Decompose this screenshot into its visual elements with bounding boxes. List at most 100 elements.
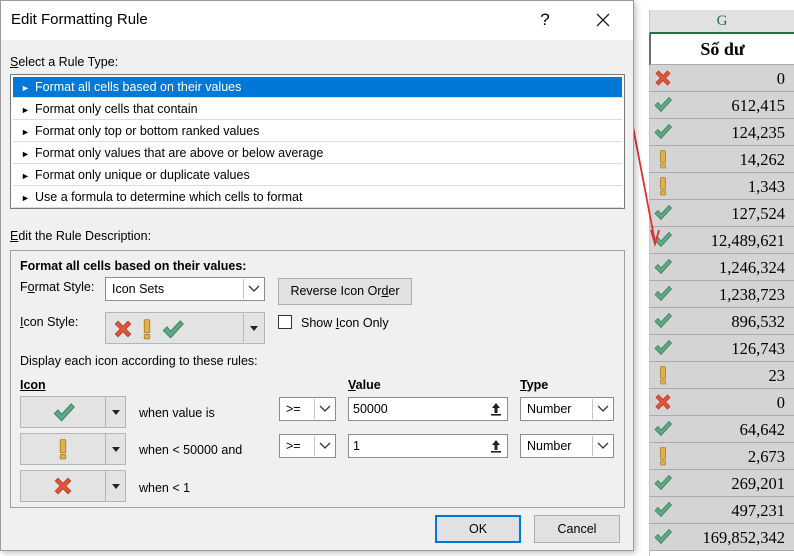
column-header-g[interactable]: G — [649, 10, 794, 34]
icon-style-select[interactable] — [105, 312, 265, 344]
balance-cell[interactable]: 1,343 — [649, 173, 794, 200]
balance-cell[interactable]: 124,235 — [649, 119, 794, 146]
close-button[interactable] — [589, 6, 617, 34]
rule2-icon-view — [21, 434, 105, 464]
range-picker-icon — [491, 403, 501, 416]
title-bar: Edit Formatting Rule ? — [1, 1, 633, 40]
balance-value: 269,201 — [731, 474, 785, 493]
rule3-icon-view — [21, 471, 105, 501]
balance-header-cell[interactable]: Số dư — [649, 34, 794, 65]
balance-cell[interactable]: 64,642 — [649, 416, 794, 443]
balance-cell[interactable]: 269,201 — [649, 470, 794, 497]
exclamation-icon — [653, 446, 673, 466]
rule2-value: 1 — [353, 439, 360, 453]
edit-formatting-rule-dialog: Edit Formatting Rule ? Select a Rule Typ… — [0, 0, 634, 551]
chevron-down-icon — [319, 442, 331, 449]
balance-cell[interactable]: 0 — [649, 389, 794, 416]
rule2-operator-select[interactable]: >= — [279, 434, 336, 458]
rule3-icon-dropdown[interactable] — [105, 471, 125, 501]
rule2-range-picker[interactable] — [486, 436, 506, 456]
rule1-range-picker[interactable] — [486, 399, 506, 419]
balance-cell[interactable]: 14,262 — [649, 146, 794, 173]
value-col-b: alue — [355, 378, 381, 392]
rule2-operator-dropdown[interactable] — [314, 436, 334, 456]
balance-cell[interactable]: 0 — [649, 65, 794, 92]
select-rule-type-label: Select a Rule Type: — [10, 55, 118, 69]
rule1-type-select[interactable]: Number — [520, 397, 614, 421]
rule1-icon-dropdown[interactable] — [105, 397, 125, 427]
triangle-right-icon: ► — [21, 193, 30, 203]
balance-cell[interactable]: 126,743 — [649, 335, 794, 362]
cross-icon — [52, 475, 74, 497]
rule1-type-dropdown[interactable] — [592, 399, 612, 419]
balance-cell[interactable]: 169,852,342 — [649, 524, 794, 551]
rule2-operator: >= — [286, 439, 301, 453]
balance-cell[interactable]: 12,489,621 — [649, 227, 794, 254]
check-icon — [52, 401, 76, 425]
balance-cell[interactable]: 2,673 — [649, 443, 794, 470]
rule-type-label: Format only unique or duplicate values — [35, 168, 250, 182]
check-icon — [653, 284, 673, 304]
balance-value: 0 — [776, 393, 785, 412]
check-icon — [161, 318, 185, 342]
triangle-right-icon: ► — [21, 171, 30, 181]
format-style-dropdown[interactable] — [243, 279, 263, 299]
rule-type-list[interactable]: ► Format all cells based on their values ►… — [10, 74, 625, 209]
rule-type-label: Format all cells based on their values — [35, 80, 242, 94]
rule1-icon-select[interactable] — [20, 396, 126, 428]
rule1-type: Number — [527, 402, 572, 416]
rule3-icon-select[interactable] — [20, 470, 126, 502]
rule-type-item[interactable]: ► Use a formula to determine which cells … — [13, 187, 622, 208]
format-style-label: Format Style: — [20, 280, 94, 294]
balance-value: 124,235 — [731, 123, 785, 142]
rule-type-item[interactable]: ► Format only values that are above or be… — [13, 143, 622, 164]
balance-cell[interactable]: 497,231 — [649, 497, 794, 524]
show-icon-label-a: Show — [301, 316, 336, 330]
rule2-type-select[interactable]: Number — [520, 434, 614, 458]
rule-type-item[interactable]: ► Format only unique or duplicate values — [13, 165, 622, 186]
reverse-icon-order-button[interactable]: Reverse Icon Order — [278, 278, 412, 305]
rule1-value: 50000 — [353, 402, 388, 416]
rule-type-item[interactable]: ► Format only top or bottom ranked values — [13, 121, 622, 142]
rule1-operator-dropdown[interactable] — [314, 399, 334, 419]
display-rules-label: Display each icon according to these rul… — [20, 354, 258, 368]
type-col-a: T — [520, 378, 527, 392]
ok-button[interactable]: OK — [435, 515, 521, 543]
check-icon — [653, 527, 673, 547]
balance-cell[interactable]: 896,532 — [649, 308, 794, 335]
rule2-type: Number — [527, 439, 572, 453]
balance-value: 23 — [768, 366, 786, 385]
rule2-type-dropdown[interactable] — [592, 436, 612, 456]
show-icon-only-checkbox[interactable] — [278, 315, 292, 329]
icon-column-text: Icon — [20, 378, 46, 392]
format-all-heading: Format all cells based on their values: — [20, 259, 247, 273]
chevron-down-icon — [597, 442, 609, 449]
balance-cell[interactable]: 612,415 — [649, 92, 794, 119]
balance-value: 2,673 — [747, 447, 785, 466]
rule1-icon-view — [21, 397, 105, 427]
help-button[interactable]: ? — [531, 6, 559, 34]
close-icon — [596, 13, 610, 27]
rule-type-item[interactable]: ► Format all cells based on their values — [13, 77, 622, 98]
balance-cell[interactable]: 23 — [649, 362, 794, 389]
format-style-select[interactable]: Icon Sets — [105, 277, 265, 301]
rule-type-item[interactable]: ► Format only cells that contain — [13, 99, 622, 120]
rule2-value-input[interactable]: 1 — [348, 434, 508, 458]
icon-column-header: Icon — [20, 378, 46, 392]
rule1-operator-select[interactable]: >= — [279, 397, 336, 421]
cancel-button[interactable]: Cancel — [534, 515, 620, 543]
balance-value: 497,231 — [731, 501, 785, 520]
check-icon — [653, 419, 673, 439]
balance-value: 1,246,324 — [719, 258, 785, 277]
balance-cell[interactable]: 1,238,723 — [649, 281, 794, 308]
balance-value: 0 — [776, 69, 785, 88]
rule2-icon-select[interactable] — [20, 433, 126, 465]
icon-style-dropdown[interactable] — [243, 314, 263, 342]
balance-cell[interactable]: 127,524 — [649, 200, 794, 227]
check-icon — [653, 257, 673, 277]
type-col-b: ype — [526, 378, 549, 392]
show-icon-only-label: Show Icon Only — [301, 316, 389, 330]
balance-cell[interactable]: 1,246,324 — [649, 254, 794, 281]
rule2-icon-dropdown[interactable] — [105, 434, 125, 464]
rule1-value-input[interactable]: 50000 — [348, 397, 508, 421]
